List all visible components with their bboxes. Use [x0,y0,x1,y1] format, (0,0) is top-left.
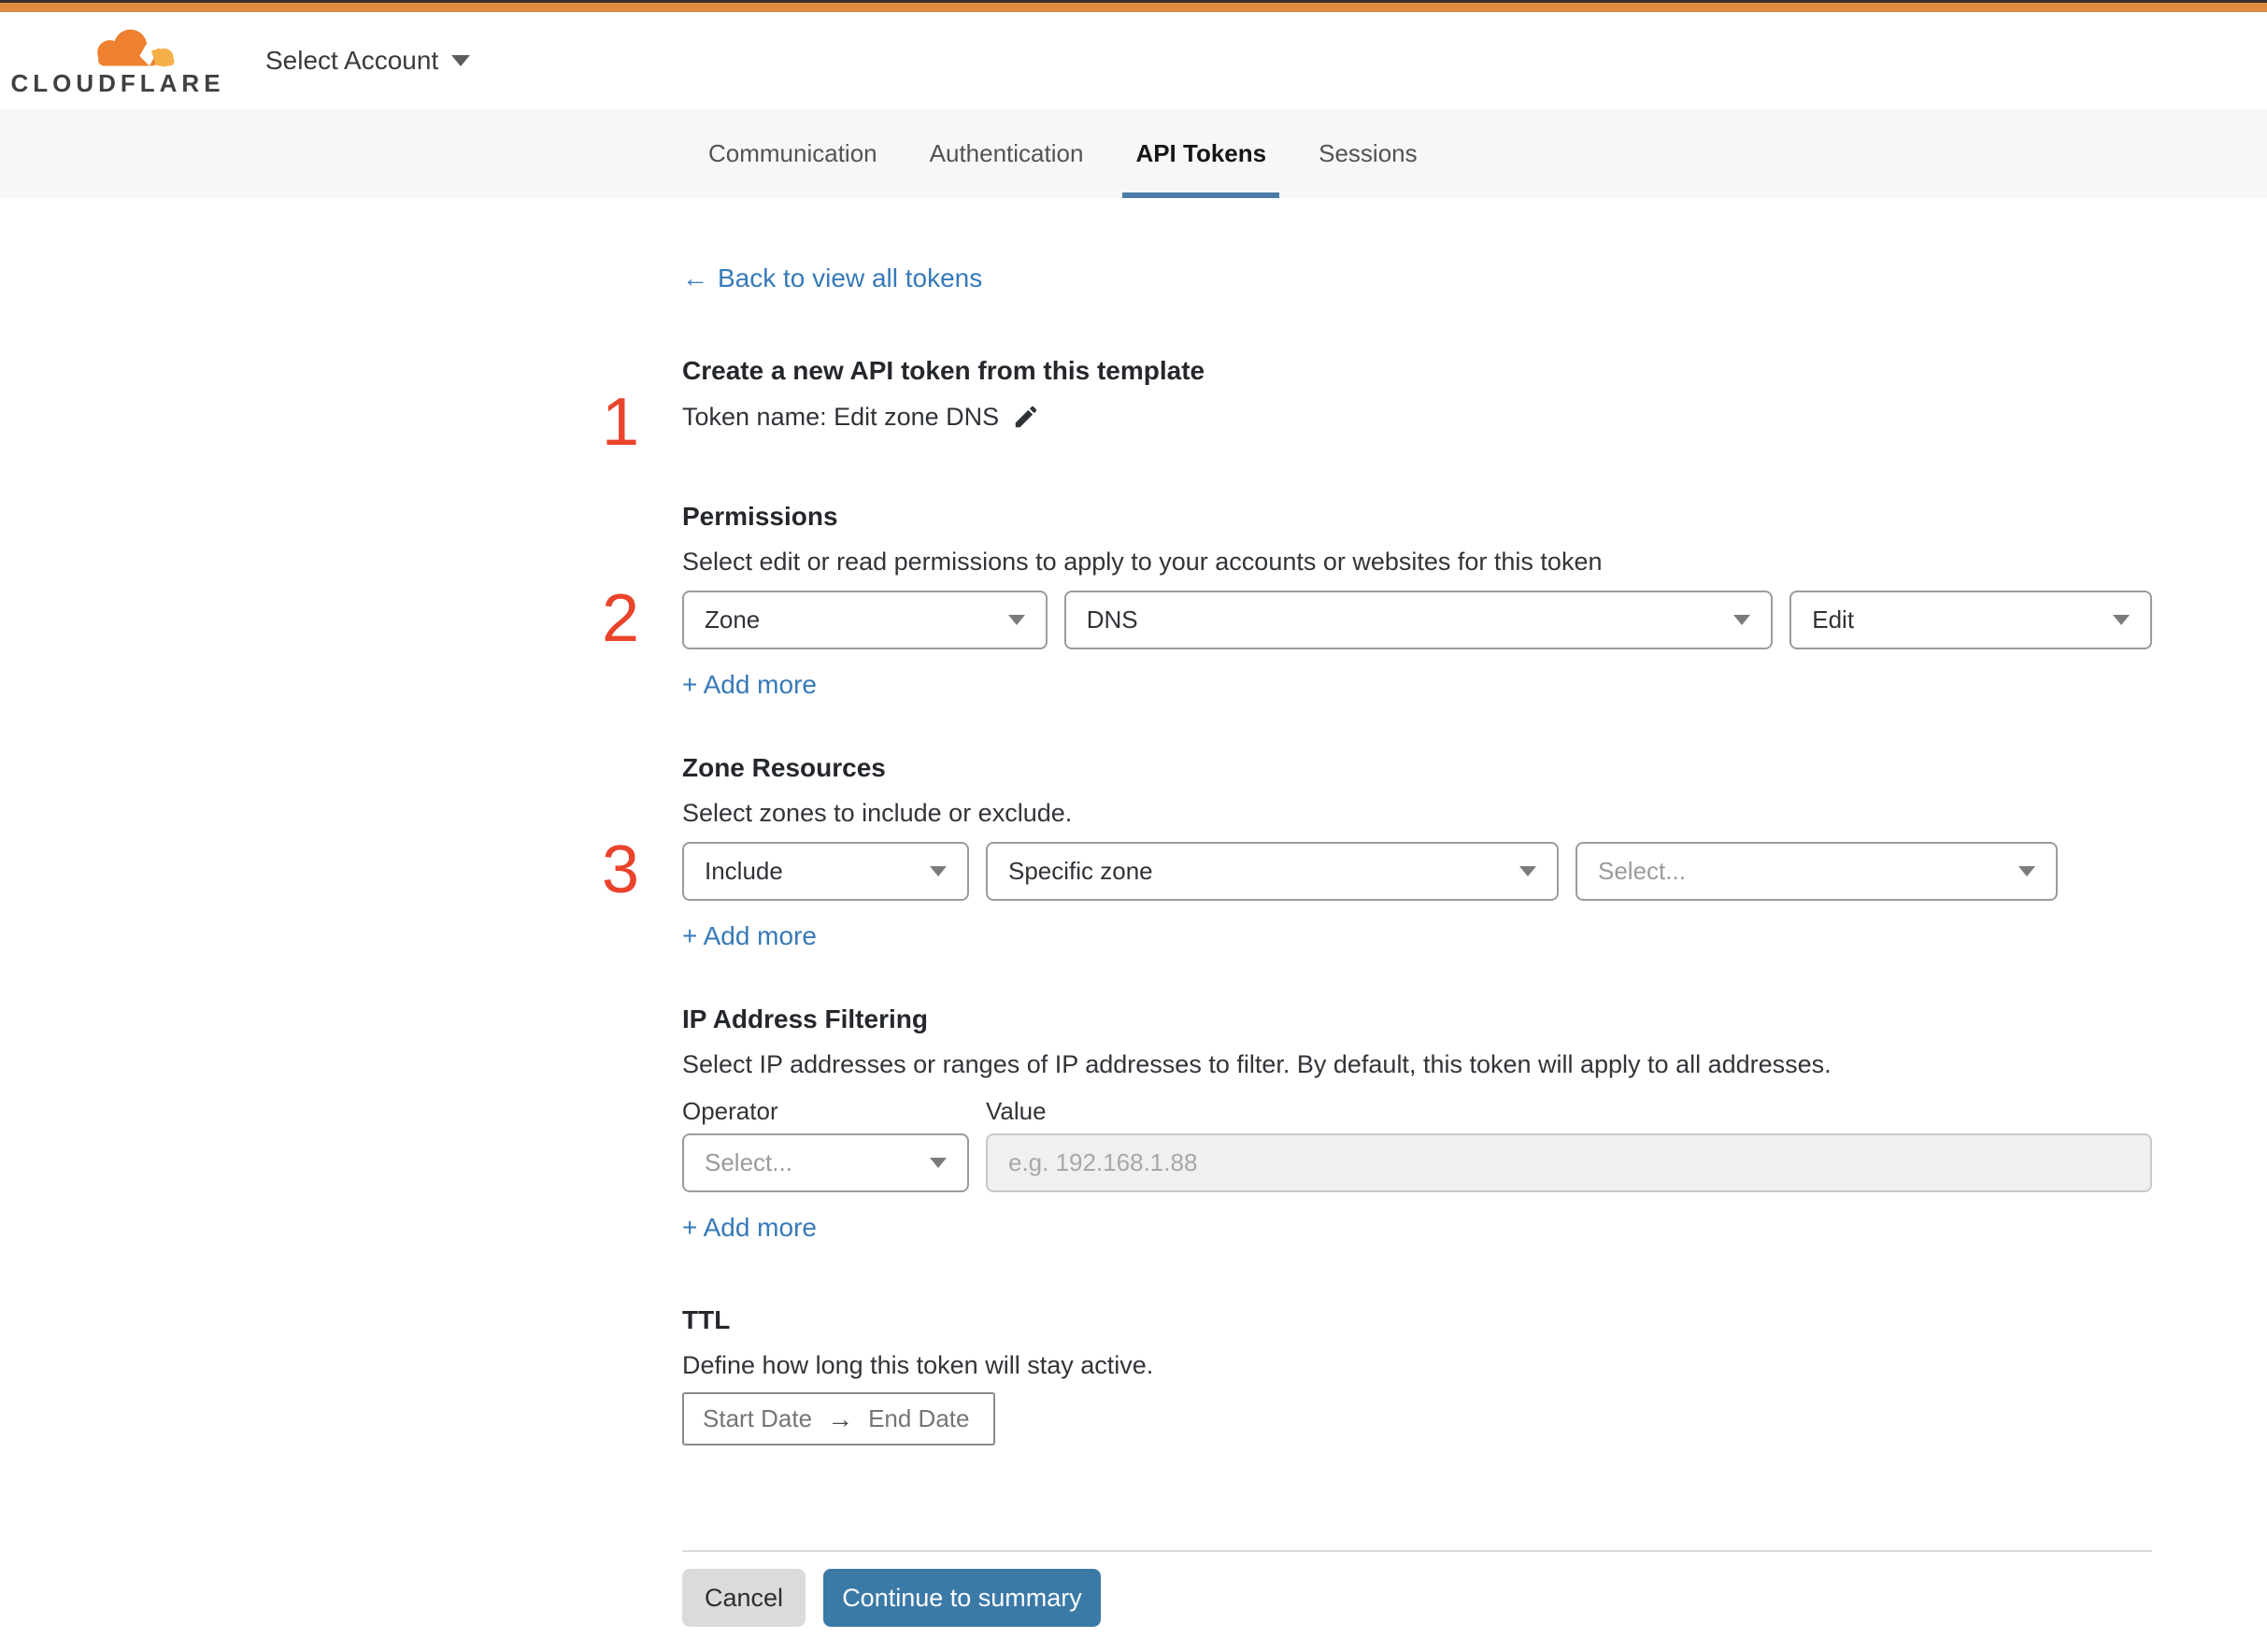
permissions-add-more-link[interactable]: + Add more [682,670,817,700]
dropdown-caret-icon [930,866,947,876]
ip-filtering-labels: Operator Value [682,1097,2152,1126]
dropdown-caret-icon [1007,615,1025,625]
permissions-title: Permissions [682,502,838,531]
account-selector-label: Select Account [265,46,439,75]
account-selector[interactable]: Select Account [265,46,471,76]
cloudflare-logo-text: CLOUDFLARE [10,69,225,97]
permissions-description: Select edit or read permissions to apply… [682,548,1603,576]
back-link-label: Back to view all tokens [718,263,983,292]
permission-scope-value: Zone [705,605,761,634]
arrow-right-icon: → [827,1403,854,1433]
zone-mode-value: Include [705,857,783,885]
back-to-tokens-link[interactable]: ← Back to view all tokens [682,263,982,293]
ip-value-input[interactable] [986,1133,2152,1192]
dropdown-caret-icon [2018,866,2035,876]
zone-resources-row: 3 Include Specific zone Select... [602,836,2152,904]
back-arrow-icon: ← [682,263,708,292]
value-label: Value [986,1097,1047,1125]
ip-filtering-row: Select... [682,1133,2152,1192]
token-name-text: Token name: Edit zone DNS [682,403,1000,431]
permissions-row: 2 Zone DNS Edit [602,585,2152,652]
zone-resources-title: Zone Resources [682,753,886,782]
footer-divider [682,1550,2152,1552]
zone-select-value: Select... [1598,857,1686,885]
tab-api-tokens[interactable]: API Tokens [1122,109,1279,198]
edit-pencil-icon[interactable] [1012,403,1040,431]
permission-service-value: DNS [1086,605,1138,634]
page-title: Create a new API token from this templat… [682,356,1205,385]
brand-top-bar [0,3,2267,12]
end-date-placeholder: End Date [868,1404,970,1432]
main-content: ← Back to view all tokens Create a new A… [0,198,2152,1636]
permission-scope-dropdown[interactable]: Zone [682,591,1048,649]
dropdown-caret-icon [930,1158,947,1168]
step-number-1: 1 [602,385,640,460]
token-name-row: 1 Token name: Edit zone DNS [602,389,2152,456]
cloudflare-cloud-icon [97,29,175,67]
ip-filtering-description: Select IP addresses or ranges of IP addr… [682,1050,1832,1078]
tab-sessions[interactable]: Sessions [1319,109,1418,198]
dropdown-caret-icon [1733,615,1751,625]
footer-actions: Cancel Continue to summary [682,1569,2152,1636]
dropdown-caret-icon [2112,615,2130,625]
zone-mode-dropdown[interactable]: Include [682,842,969,901]
cloudflare-logo[interactable]: CLOUDFLARE [10,26,221,95]
step-number-2: 2 [602,581,640,656]
continue-to-summary-button[interactable]: Continue to summary [823,1569,1101,1627]
ttl-date-range-picker[interactable]: Start Date → End Date [682,1392,995,1446]
ip-filtering-add-more-link[interactable]: + Add more [682,1213,817,1243]
zone-type-dropdown[interactable]: Specific zone [986,842,1559,901]
ip-filtering-title: IP Address Filtering [682,1004,928,1033]
chevron-down-icon [451,55,471,66]
permission-access-value: Edit [1812,605,1855,634]
permission-access-dropdown[interactable]: Edit [1789,591,2152,649]
dropdown-caret-icon [1519,866,1536,876]
tab-authentication[interactable]: Authentication [930,109,1084,198]
cancel-button[interactable]: Cancel [682,1569,806,1627]
permission-service-dropdown[interactable]: DNS [1063,591,1774,649]
profile-tab-bar: Communication Authentication API Tokens … [0,109,2267,198]
ttl-description: Define how long this token will stay act… [682,1351,1154,1379]
zone-resources-add-more-link[interactable]: + Add more [682,921,817,951]
app-header: CLOUDFLARE Select Account [0,12,2267,109]
operator-label: Operator [682,1097,778,1125]
step-number-3: 3 [602,833,640,907]
ttl-title: TTL [682,1305,731,1334]
start-date-placeholder: Start Date [703,1404,813,1432]
operator-value: Select... [705,1148,792,1176]
zone-select-dropdown[interactable]: Select... [1575,842,2058,901]
tab-communication[interactable]: Communication [708,109,877,198]
operator-dropdown[interactable]: Select... [682,1133,969,1192]
zone-resources-description: Select zones to include or exclude. [682,799,1073,827]
zone-type-value: Specific zone [1008,857,1153,885]
